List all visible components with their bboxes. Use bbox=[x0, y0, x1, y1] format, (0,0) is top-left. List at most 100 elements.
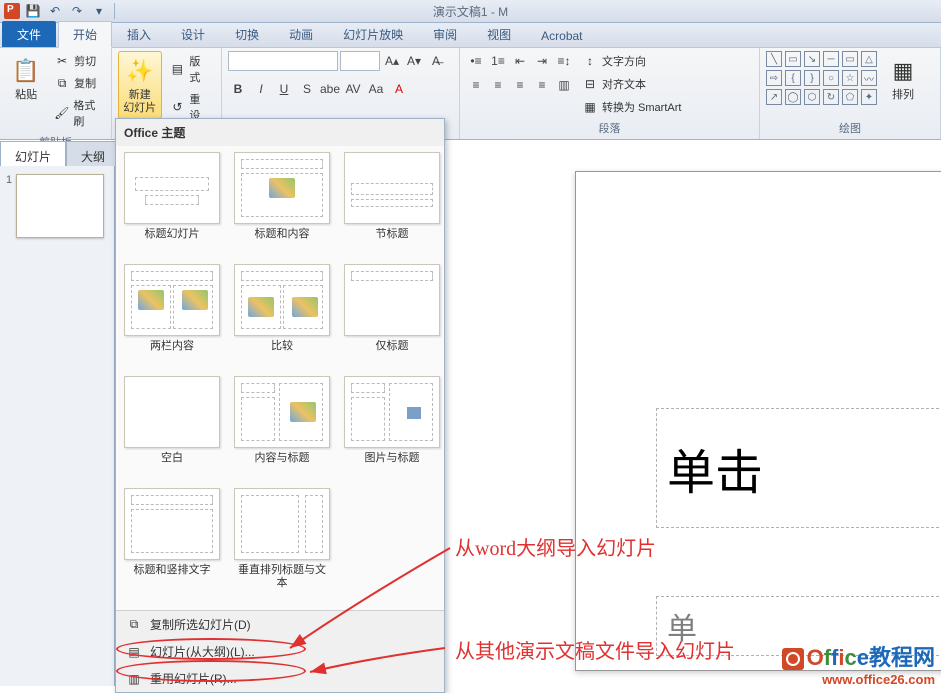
align-text-button[interactable]: ⊟对齐文本 bbox=[578, 74, 685, 94]
save-button[interactable]: 💾 bbox=[24, 2, 42, 20]
shrink-font-button[interactable]: A▾ bbox=[404, 51, 424, 71]
clear-format-button[interactable]: A̶ bbox=[426, 51, 446, 71]
layout-title-content[interactable]: 标题和内容 bbox=[234, 152, 330, 254]
title-bar: 💾 ↶ ↷ ▾ 演示文稿1 - M bbox=[0, 0, 941, 23]
shape-d-icon[interactable]: ↻ bbox=[823, 89, 839, 105]
layout-label: 比较 bbox=[271, 340, 293, 366]
char-spacing-button[interactable]: AV bbox=[343, 79, 363, 99]
layout-title-slide[interactable]: 标题幻灯片 bbox=[124, 152, 220, 254]
layout-title-only[interactable]: 仅标题 bbox=[344, 264, 440, 366]
indent-inc-button[interactable]: ⇥ bbox=[532, 51, 552, 71]
copy-button[interactable]: ⧉复制 bbox=[50, 73, 105, 93]
paste-button[interactable]: 📋 粘贴 bbox=[6, 51, 46, 106]
layout-vertical-title-text[interactable]: 垂直排列标题与文本 bbox=[234, 488, 330, 590]
shape-star-icon[interactable]: ☆ bbox=[842, 70, 858, 86]
slide[interactable]: 单击 单 bbox=[575, 171, 941, 671]
tab-acrobat[interactable]: Acrobat bbox=[526, 24, 597, 47]
tab-file[interactable]: 文件 bbox=[2, 21, 56, 47]
numbering-button[interactable]: 1≡ bbox=[488, 51, 508, 71]
convert-smartart-button[interactable]: ▦转换为 SmartArt bbox=[578, 97, 685, 117]
grow-font-button[interactable]: A▴ bbox=[382, 51, 402, 71]
indent-dec-button[interactable]: ⇤ bbox=[510, 51, 530, 71]
watermark: Office教程网 www.office26.com bbox=[782, 640, 935, 687]
slides-from-outline-item[interactable]: ▤幻灯片(从大纲)(L)... bbox=[116, 638, 444, 665]
layout-picture-caption[interactable]: 图片与标题 bbox=[344, 376, 440, 478]
shape-arrowr-icon[interactable]: ⇨ bbox=[766, 70, 782, 86]
shape-tri-icon[interactable]: △ bbox=[861, 51, 877, 67]
shape-e-icon[interactable]: ⬠ bbox=[842, 89, 858, 105]
shape-rect2-icon[interactable]: ▭ bbox=[842, 51, 858, 67]
layout-icon: ▤ bbox=[170, 61, 186, 77]
arrange-button[interactable]: ▦ 排列 bbox=[881, 51, 925, 106]
columns-button[interactable]: ▥ bbox=[554, 75, 574, 95]
tab-design[interactable]: 设计 bbox=[166, 21, 220, 47]
undo-button[interactable]: ↶ bbox=[46, 2, 64, 20]
bullets-button[interactable]: •≡ bbox=[466, 51, 486, 71]
shape-brace-icon[interactable]: { bbox=[785, 70, 801, 86]
tab-animations[interactable]: 动画 bbox=[274, 21, 328, 47]
shape-f-icon[interactable]: ✦ bbox=[861, 89, 877, 105]
tab-transitions[interactable]: 切换 bbox=[220, 21, 274, 47]
align-left-button[interactable]: ≡ bbox=[466, 75, 486, 95]
title-text: 单击 bbox=[667, 433, 763, 503]
text-direction-label: 文字方向 bbox=[602, 53, 646, 69]
thumbnail-preview[interactable] bbox=[16, 174, 104, 238]
cut-label: 剪切 bbox=[74, 53, 96, 69]
text-direction-button[interactable]: ↕文字方向 bbox=[578, 51, 685, 71]
shape-brace2-icon[interactable]: } bbox=[804, 70, 820, 86]
shape-b-icon[interactable]: ◯ bbox=[785, 89, 801, 105]
qat-customize-icon[interactable]: ▾ bbox=[90, 2, 108, 20]
title-placeholder[interactable]: 单击 bbox=[656, 408, 941, 528]
reuse-slides-item[interactable]: ▥重用幻灯片(R)... bbox=[116, 665, 444, 692]
align-text-icon: ⊟ bbox=[582, 76, 598, 92]
shapes-gallery[interactable]: ╲ ▭ ↘ ─ ▭ △ ⇨ { } ○ ☆ 〰 ↗ ◯ ⬡ ↻ ⬠ ✦ bbox=[766, 51, 877, 105]
layout-title-vertical-text[interactable]: 标题和竖排文字 bbox=[124, 488, 220, 590]
format-painter-button[interactable]: 🖌格式刷 bbox=[50, 95, 105, 131]
font-size-input[interactable] bbox=[340, 51, 380, 71]
layout-blank[interactable]: 空白 bbox=[124, 376, 220, 478]
bold-button[interactable]: B bbox=[228, 79, 248, 99]
shape-a-icon[interactable]: ↗ bbox=[766, 89, 782, 105]
shape-line2-icon[interactable]: ─ bbox=[823, 51, 839, 67]
underline-button[interactable]: U bbox=[274, 79, 294, 99]
smartart-label: 转换为 SmartArt bbox=[602, 99, 681, 115]
shape-rect-icon[interactable]: ▭ bbox=[785, 51, 801, 67]
layout-two-content[interactable]: 两栏内容 bbox=[124, 264, 220, 366]
shape-arrow-icon[interactable]: ↘ bbox=[804, 51, 820, 67]
tab-review[interactable]: 审阅 bbox=[418, 21, 472, 47]
layout-label: 节标题 bbox=[376, 228, 409, 254]
tab-slideshow[interactable]: 幻灯片放映 bbox=[328, 21, 418, 47]
line-spacing-button[interactable]: ≡↕ bbox=[554, 51, 574, 71]
strike-button[interactable]: S bbox=[297, 79, 317, 99]
layout-button[interactable]: ▤版式 bbox=[166, 51, 215, 87]
painter-icon: 🖌 bbox=[54, 105, 69, 121]
layout-label: 标题幻灯片 bbox=[145, 228, 200, 254]
thumbnail-item[interactable]: 1 bbox=[6, 174, 108, 238]
font-color-button[interactable]: A bbox=[389, 79, 409, 99]
layout-comparison[interactable]: 比较 bbox=[234, 264, 330, 366]
align-right-button[interactable]: ≡ bbox=[510, 75, 530, 95]
align-center-button[interactable]: ≡ bbox=[488, 75, 508, 95]
shape-line-icon[interactable]: ╲ bbox=[766, 51, 782, 67]
quick-access-toolbar: 💾 ↶ ↷ ▾ bbox=[24, 2, 117, 20]
tab-insert[interactable]: 插入 bbox=[112, 21, 166, 47]
shadow-button[interactable]: abe bbox=[320, 79, 340, 99]
italic-button[interactable]: I bbox=[251, 79, 271, 99]
tab-home[interactable]: 开始 bbox=[58, 21, 112, 48]
shape-oval-icon[interactable]: ○ bbox=[823, 70, 839, 86]
window-title: 演示文稿1 - M bbox=[433, 3, 508, 20]
layout-section-header[interactable]: 节标题 bbox=[344, 152, 440, 254]
duplicate-slides-item[interactable]: ⧉复制所选幻灯片(D) bbox=[116, 611, 444, 638]
redo-button[interactable]: ↷ bbox=[68, 2, 86, 20]
justify-button[interactable]: ≡ bbox=[532, 75, 552, 95]
duplicate-label: 复制所选幻灯片(D) bbox=[150, 616, 251, 633]
layout-content-caption[interactable]: 内容与标题 bbox=[234, 376, 330, 478]
group-paragraph-label: 段落 bbox=[460, 120, 759, 139]
tab-view[interactable]: 视图 bbox=[472, 21, 526, 47]
shape-curve-icon[interactable]: 〰 bbox=[861, 70, 877, 86]
shape-c-icon[interactable]: ⬡ bbox=[804, 89, 820, 105]
change-case-button[interactable]: Aa bbox=[366, 79, 386, 99]
new-slide-button[interactable]: ✨ 新建 幻灯片 bbox=[118, 51, 162, 119]
cut-button[interactable]: ✂剪切 bbox=[50, 51, 105, 71]
font-family-input[interactable] bbox=[228, 51, 338, 71]
